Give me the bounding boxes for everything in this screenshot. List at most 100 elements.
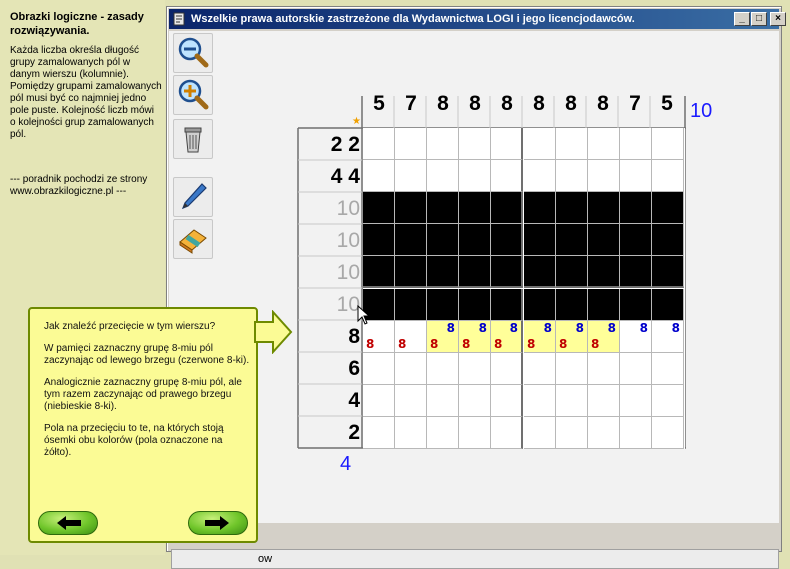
- grid-cell[interactable]: [395, 160, 427, 192]
- grid-cell[interactable]: [620, 224, 652, 256]
- grid-cell[interactable]: [363, 353, 395, 385]
- grid-cell[interactable]: [588, 417, 620, 449]
- grid-cell[interactable]: [395, 224, 427, 256]
- grid-cell[interactable]: [620, 256, 652, 288]
- grid-cell[interactable]: [620, 160, 652, 192]
- grid-cell[interactable]: [363, 256, 395, 288]
- grid-cell[interactable]: [459, 224, 491, 256]
- grid-cell[interactable]: [556, 192, 588, 224]
- grid-cell[interactable]: [652, 192, 684, 224]
- grid-cell[interactable]: [427, 353, 459, 385]
- grid-cell[interactable]: [620, 385, 652, 417]
- grid-cell[interactable]: [491, 417, 523, 449]
- grid-cell[interactable]: [588, 289, 620, 321]
- grid-cell[interactable]: [652, 160, 684, 192]
- previous-button[interactable]: [38, 511, 98, 535]
- grid-cell[interactable]: [491, 385, 523, 417]
- grid-cell[interactable]: [524, 385, 556, 417]
- grid-cell[interactable]: [395, 256, 427, 288]
- grid-cell[interactable]: [427, 160, 459, 192]
- grid-cell[interactable]: [363, 385, 395, 417]
- grid-cell[interactable]: 88: [556, 321, 588, 353]
- grid-cell[interactable]: 8: [620, 321, 652, 353]
- grid-cell[interactable]: [363, 192, 395, 224]
- grid-cell[interactable]: [491, 192, 523, 224]
- next-button[interactable]: [188, 511, 248, 535]
- grid-cell[interactable]: [620, 289, 652, 321]
- grid-cell[interactable]: [652, 353, 684, 385]
- grid-cell[interactable]: [395, 289, 427, 321]
- grid-cell[interactable]: [395, 353, 427, 385]
- grid-cell[interactable]: [363, 417, 395, 449]
- grid-cell[interactable]: [459, 256, 491, 288]
- grid-cell[interactable]: [395, 417, 427, 449]
- grid-cell[interactable]: [459, 385, 491, 417]
- grid-cell[interactable]: [588, 256, 620, 288]
- grid-cell[interactable]: 88: [491, 321, 523, 353]
- grid-cell[interactable]: [556, 224, 588, 256]
- puzzle-grid[interactable]: 8888888888888888: [363, 128, 685, 449]
- grid-cell[interactable]: [427, 224, 459, 256]
- grid-cell[interactable]: [524, 128, 556, 160]
- grid-cell[interactable]: [556, 353, 588, 385]
- grid-cell[interactable]: [620, 353, 652, 385]
- grid-cell[interactable]: [652, 289, 684, 321]
- grid-cell[interactable]: [652, 128, 684, 160]
- grid-cell[interactable]: [524, 417, 556, 449]
- grid-cell[interactable]: [652, 385, 684, 417]
- grid-cell[interactable]: [652, 224, 684, 256]
- grid-cell[interactable]: [395, 385, 427, 417]
- grid-cell[interactable]: [556, 256, 588, 288]
- grid-cell[interactable]: [556, 289, 588, 321]
- grid-cell[interactable]: [459, 128, 491, 160]
- grid-cell[interactable]: [427, 192, 459, 224]
- grid-cell[interactable]: [556, 160, 588, 192]
- grid-cell[interactable]: [363, 128, 395, 160]
- grid-cell[interactable]: [491, 160, 523, 192]
- grid-cell[interactable]: [459, 192, 491, 224]
- grid-cell[interactable]: [524, 256, 556, 288]
- grid-cell[interactable]: [588, 192, 620, 224]
- grid-cell[interactable]: [491, 224, 523, 256]
- grid-cell[interactable]: [363, 224, 395, 256]
- grid-cell[interactable]: 8: [652, 321, 684, 353]
- grid-cell[interactable]: [524, 289, 556, 321]
- grid-cell[interactable]: [427, 256, 459, 288]
- grid-cell[interactable]: [459, 417, 491, 449]
- grid-cell[interactable]: [459, 353, 491, 385]
- grid-cell[interactable]: [491, 256, 523, 288]
- grid-cell[interactable]: [491, 128, 523, 160]
- grid-cell[interactable]: [363, 160, 395, 192]
- grid-cell[interactable]: [652, 417, 684, 449]
- grid-cell[interactable]: 8: [363, 321, 395, 353]
- grid-cell[interactable]: [491, 353, 523, 385]
- grid-cell[interactable]: [556, 385, 588, 417]
- grid-cell[interactable]: [620, 192, 652, 224]
- grid-cell[interactable]: [427, 128, 459, 160]
- grid-cell[interactable]: [427, 385, 459, 417]
- grid-cell[interactable]: [620, 128, 652, 160]
- grid-cell[interactable]: 8: [395, 321, 427, 353]
- grid-cell[interactable]: [395, 128, 427, 160]
- grid-cell[interactable]: [524, 160, 556, 192]
- grid-cell[interactable]: [620, 417, 652, 449]
- grid-cell[interactable]: 88: [588, 321, 620, 353]
- grid-cell[interactable]: [395, 192, 427, 224]
- grid-cell[interactable]: [588, 353, 620, 385]
- grid-cell[interactable]: [556, 128, 588, 160]
- grid-cell[interactable]: [459, 289, 491, 321]
- grid-cell[interactable]: [524, 192, 556, 224]
- grid-cell[interactable]: 88: [524, 321, 556, 353]
- grid-cell[interactable]: [588, 385, 620, 417]
- grid-cell[interactable]: [524, 224, 556, 256]
- grid-cell[interactable]: [588, 128, 620, 160]
- grid-cell[interactable]: [524, 353, 556, 385]
- grid-cell[interactable]: [459, 160, 491, 192]
- grid-cell[interactable]: 88: [427, 321, 459, 353]
- grid-cell[interactable]: [556, 417, 588, 449]
- grid-cell[interactable]: [427, 289, 459, 321]
- grid-cell[interactable]: [588, 224, 620, 256]
- grid-cell[interactable]: [588, 160, 620, 192]
- grid-cell[interactable]: [491, 289, 523, 321]
- grid-cell[interactable]: 88: [459, 321, 491, 353]
